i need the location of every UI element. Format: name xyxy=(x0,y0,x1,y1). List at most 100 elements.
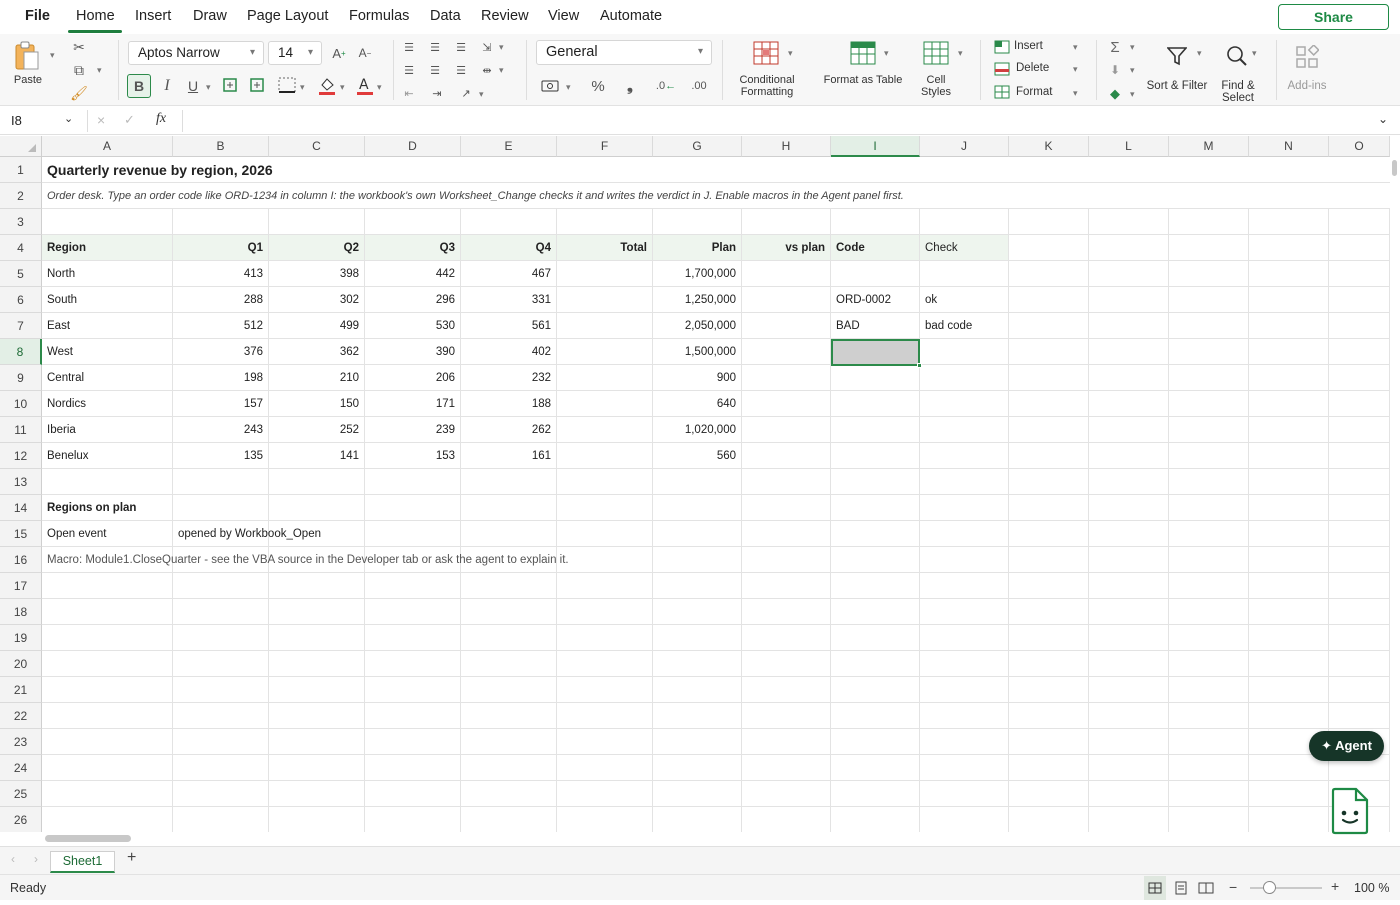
orientation-caret-icon[interactable]: ▾ xyxy=(479,89,484,100)
empty-cell[interactable] xyxy=(1089,287,1169,313)
empty-cell[interactable] xyxy=(1089,365,1169,391)
empty-cell[interactable] xyxy=(1169,625,1249,651)
data-cell[interactable]: 302 xyxy=(269,287,365,313)
column-header-m[interactable]: M xyxy=(1169,136,1249,157)
autosum-icon[interactable]: Σ xyxy=(1106,38,1124,56)
copy-icon[interactable]: ⧉ xyxy=(70,61,88,79)
paste-icon[interactable] xyxy=(12,40,42,72)
empty-cell[interactable] xyxy=(1249,625,1329,651)
empty-cell[interactable] xyxy=(1169,781,1249,807)
tab-home[interactable]: Home xyxy=(76,8,115,24)
tab-draw[interactable]: Draw xyxy=(193,8,227,24)
page-layout-view-icon[interactable] xyxy=(1170,876,1192,900)
empty-cell[interactable] xyxy=(557,781,653,807)
vertical-scroll-thumb[interactable] xyxy=(1392,160,1397,176)
data-cell[interactable]: 390 xyxy=(365,339,461,365)
data-cell[interactable]: 1,500,000 xyxy=(653,339,742,365)
data-cell[interactable]: Iberia xyxy=(42,417,173,443)
empty-cell[interactable] xyxy=(1089,755,1169,781)
data-cell[interactable] xyxy=(557,443,653,469)
add-sheet-icon[interactable]: + xyxy=(127,849,136,867)
column-header-g[interactable]: G xyxy=(653,136,742,157)
format-caret-icon[interactable]: ▾ xyxy=(1073,88,1078,99)
delete-caret-icon[interactable]: ▾ xyxy=(1073,64,1078,75)
empty-cell[interactable] xyxy=(1329,677,1390,703)
empty-cell[interactable] xyxy=(269,625,365,651)
fill-handle[interactable] xyxy=(917,363,922,368)
data-cell[interactable] xyxy=(742,287,831,313)
empty-cell[interactable] xyxy=(1249,287,1329,313)
row-header-16[interactable]: 16 xyxy=(0,547,42,573)
row-header-2[interactable]: 2 xyxy=(0,183,42,209)
data-cell[interactable]: 1,700,000 xyxy=(653,261,742,287)
empty-cell[interactable] xyxy=(557,807,653,832)
macro-note[interactable]: Macro: Module1.CloseQuarter - see the VB… xyxy=(42,547,569,573)
empty-cell[interactable] xyxy=(1329,391,1390,417)
empty-cell[interactable] xyxy=(269,651,365,677)
empty-cell[interactable] xyxy=(557,469,653,495)
empty-cell[interactable] xyxy=(1249,781,1329,807)
empty-cell[interactable] xyxy=(1089,703,1169,729)
open-event-value[interactable]: opened by Workbook_Open xyxy=(173,521,321,547)
next-sheet-icon[interactable]: › xyxy=(34,852,38,866)
empty-cell[interactable] xyxy=(653,469,742,495)
empty-cell[interactable] xyxy=(1089,339,1169,365)
empty-cell[interactable] xyxy=(557,677,653,703)
empty-cell[interactable] xyxy=(1329,651,1390,677)
data-cell[interactable]: 262 xyxy=(461,417,557,443)
align-left-icon[interactable]: ☰ xyxy=(401,62,417,78)
percent-icon[interactable]: % xyxy=(588,76,608,96)
format-table-caret-icon[interactable]: ▾ xyxy=(884,48,889,59)
column-heading[interactable]: Code xyxy=(831,235,920,261)
empty-cell[interactable] xyxy=(173,625,269,651)
row-header-18[interactable]: 18 xyxy=(0,599,42,625)
empty-cell[interactable] xyxy=(1089,781,1169,807)
insert-cells-label[interactable]: Insert xyxy=(1014,40,1043,52)
empty-cell[interactable] xyxy=(1089,677,1169,703)
empty-cell[interactable] xyxy=(653,651,742,677)
empty-cell[interactable] xyxy=(1249,651,1329,677)
empty-cell[interactable] xyxy=(557,209,653,235)
empty-cell[interactable] xyxy=(173,677,269,703)
zoom-slider-handle[interactable] xyxy=(1263,881,1276,894)
empty-cell[interactable] xyxy=(365,781,461,807)
empty-cell[interactable] xyxy=(1089,729,1169,755)
italic-icon[interactable]: I xyxy=(157,74,177,98)
empty-cell[interactable] xyxy=(1089,417,1169,443)
data-cell[interactable]: 135 xyxy=(173,443,269,469)
format-cells-label[interactable]: Format xyxy=(1016,86,1052,98)
empty-cell[interactable] xyxy=(461,209,557,235)
empty-cell[interactable] xyxy=(920,573,1009,599)
data-cell[interactable]: West xyxy=(42,339,173,365)
empty-cell[interactable] xyxy=(831,755,920,781)
column-header-d[interactable]: D xyxy=(365,136,461,157)
data-cell[interactable] xyxy=(557,417,653,443)
insert-cells-icon[interactable] xyxy=(993,39,1010,54)
add-ins-icon[interactable] xyxy=(1294,44,1320,70)
column-header-c[interactable]: C xyxy=(269,136,365,157)
decrease-indent-icon[interactable]: ⇤ xyxy=(401,85,417,101)
empty-cell[interactable] xyxy=(1169,807,1249,832)
row-header-15[interactable]: 15 xyxy=(0,521,42,547)
empty-cell[interactable] xyxy=(461,521,557,547)
data-cell[interactable]: 188 xyxy=(461,391,557,417)
data-cell[interactable] xyxy=(831,443,920,469)
data-cell[interactable]: 210 xyxy=(269,365,365,391)
empty-cell[interactable] xyxy=(831,573,920,599)
empty-cell[interactable] xyxy=(269,599,365,625)
column-header-e[interactable]: E xyxy=(461,136,557,157)
row-header-23[interactable]: 23 xyxy=(0,729,42,755)
data-cell[interactable]: 376 xyxy=(173,339,269,365)
data-cell[interactable]: ok xyxy=(920,287,1009,313)
empty-cell[interactable] xyxy=(1249,703,1329,729)
row-header-20[interactable]: 20 xyxy=(0,651,42,677)
empty-cell[interactable] xyxy=(1169,521,1249,547)
empty-cell[interactable] xyxy=(1009,729,1089,755)
row-header-9[interactable]: 9 xyxy=(0,365,42,391)
formula-input[interactable] xyxy=(190,107,1360,134)
border-outer-icon[interactable] xyxy=(248,76,266,94)
empty-cell[interactable] xyxy=(1169,339,1249,365)
column-header-a[interactable]: A xyxy=(42,136,173,157)
empty-cell[interactable] xyxy=(920,469,1009,495)
data-cell[interactable]: 413 xyxy=(173,261,269,287)
